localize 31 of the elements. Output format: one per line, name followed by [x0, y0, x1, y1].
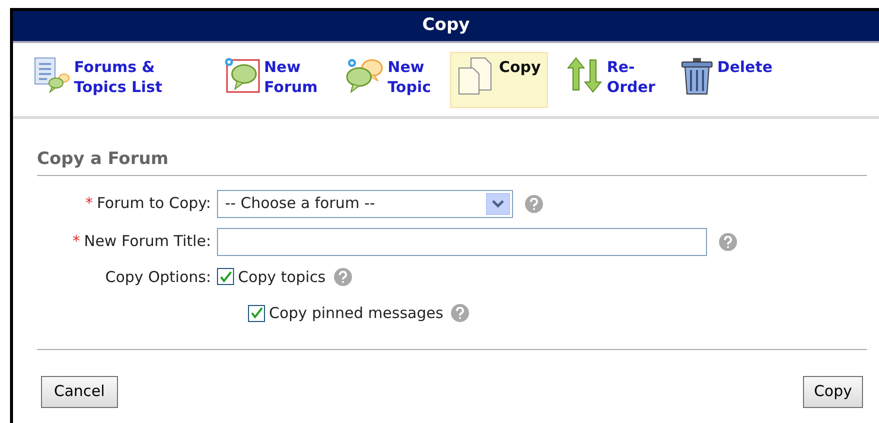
reorder-arrows-icon — [566, 56, 603, 92]
checkbox[interactable] — [217, 268, 234, 286]
help-icon[interactable] — [719, 232, 737, 250]
cancel-button[interactable]: Cancel — [41, 376, 118, 408]
checkbox[interactable] — [248, 304, 265, 322]
field-label: New Forum Title: — [84, 232, 211, 250]
chevron-down-icon — [492, 200, 504, 208]
new-forum-icon — [224, 56, 260, 92]
section-heading: Copy a Forum — [37, 147, 867, 176]
toolbar-button[interactable]: Forums & Topics List — [27, 52, 205, 108]
toolbar-button[interactable]: Delete — [674, 52, 780, 108]
checkbox-label: Copy topics — [238, 266, 326, 288]
toolbar-button[interactable]: Copy — [450, 52, 548, 108]
forum-list-icon — [34, 56, 70, 92]
window-title: Copy — [13, 11, 879, 43]
help-icon[interactable] — [334, 268, 352, 286]
field-label: Forum to Copy: — [96, 194, 211, 212]
toolbar-button[interactable]: New Topic — [336, 52, 438, 108]
new-topic-icon — [344, 56, 384, 92]
help-icon[interactable] — [525, 194, 543, 212]
toolbar-button[interactable]: Re-Order — [560, 52, 662, 108]
required-mark: * — [72, 232, 80, 250]
forum-select[interactable]: -- Choose a forum -- — [217, 190, 513, 218]
required-mark: * — [85, 194, 93, 212]
trash-icon — [681, 56, 714, 94]
title-input[interactable] — [217, 228, 707, 256]
checkbox-label: Copy pinned messages — [269, 303, 444, 324]
field-label: Copy Options: — [105, 268, 211, 286]
toolbar-button[interactable]: New Forum — [217, 52, 325, 108]
help-icon[interactable] — [451, 304, 470, 322]
copy-button[interactable]: Copy — [802, 376, 863, 408]
